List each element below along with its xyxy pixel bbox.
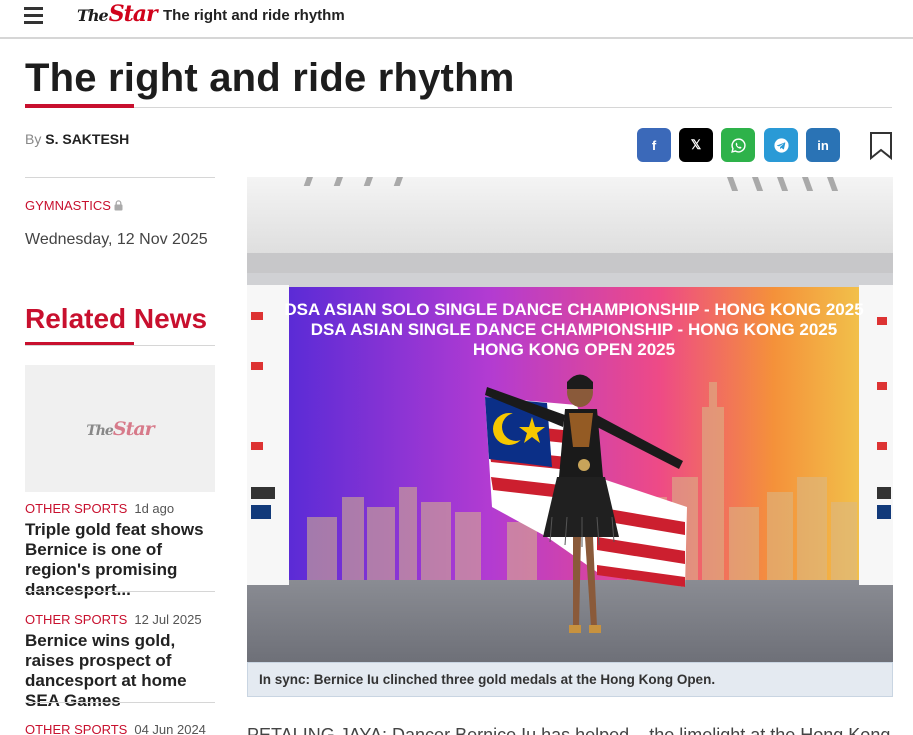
headline-accent-bar [25,104,134,108]
related-item-category[interactable]: OTHER SPORTS [25,722,127,735]
related-item-time: 04 Jun 2024 [134,722,206,735]
share-whatsapp-button[interactable] [721,128,755,162]
banner-line-1: DSA ASIAN SOLO SINGLE DANCE CHAMPIONSHIP… [284,300,863,319]
logo-prefix: The [77,6,109,25]
related-item-divider [25,591,215,592]
logo-main: Star [108,1,158,27]
related-item-meta: OTHER SPORTS 1d ago [25,501,220,516]
author-link[interactable]: S. SAKTESH [45,131,129,147]
article-photo-illustration: DSA ASIAN SOLO SINGLE DANCE CHAMPIONSHIP… [247,177,893,662]
article-photo[interactable]: DSA ASIAN SOLO SINGLE DANCE CHAMPIONSHIP… [247,177,893,662]
banner-line-2: DSA ASIAN SINGLE DANCE CHAMPIONSHIP - HO… [311,320,837,339]
related-item-category[interactable]: OTHER SPORTS [25,612,127,627]
headline-divider [25,107,892,108]
whatsapp-icon [730,137,746,153]
telegram-icon [773,137,789,153]
thumb-logo-main: Star [112,417,155,440]
article-body-first-line: PETALING JAYA: Dancer Bernice Iu has hel… [247,725,893,735]
share-facebook-button[interactable]: f [637,128,671,162]
related-thumbnail[interactable]: TheStar [25,365,215,492]
site-logo[interactable]: TheStar [77,1,158,27]
linkedin-icon: in [817,137,829,153]
byline-prefix: By [25,131,42,147]
related-item-meta: OTHER SPORTS 12 Jul 2025 [25,612,220,627]
byline: By S. SAKTESH [25,131,129,147]
related-item-headline[interactable]: Triple gold feat shows Bernice is one of… [25,520,220,600]
related-item: OTHER SPORTS 04 Jun 2024 [25,722,220,735]
share-telegram-button[interactable] [764,128,798,162]
publish-date: Wednesday, 12 Nov 2025 [25,231,208,248]
related-item: OTHER SPORTS 1d ago Triple gold feat show… [25,501,220,600]
banner-line-3: HONG KONG OPEN 2025 [473,340,675,359]
share-linkedin-button[interactable]: in [806,128,840,162]
hamburger-menu-icon[interactable] [24,7,43,26]
related-item-time: 12 Jul 2025 [134,612,202,627]
lock-icon [114,200,123,211]
photo-caption: In sync: Bernice Iu clinched three gold … [247,662,893,697]
page-title: The right and ride rhythm [25,56,515,100]
thumb-logo-prefix: The [86,422,113,439]
category-link[interactable]: GYMNASTICS [25,198,111,213]
bookmark-icon[interactable] [868,131,894,161]
related-accent-bar [25,342,134,345]
related-divider [25,345,215,346]
related-item-meta: OTHER SPORTS 04 Jun 2024 [25,722,220,735]
facebook-icon: f [651,137,657,153]
top-bar: TheStar The right and ride rhythm [0,0,913,39]
related-item-time: 1d ago [134,501,175,516]
related-item-category[interactable]: OTHER SPORTS [25,501,127,516]
related-item-headline[interactable]: Bernice wins gold, raises prospect of da… [25,631,220,711]
related-news-heading: Related News [25,303,208,334]
related-item-divider [25,702,215,703]
meta-divider [25,177,215,178]
thumbnail-logo: TheStar [86,417,155,440]
share-x-button[interactable]: 𝕏 [679,128,713,162]
top-bar-title: The right and ride rhythm [163,7,345,24]
x-icon: 𝕏 [690,137,702,152]
related-item: OTHER SPORTS 12 Jul 2025 Bernice wins gol… [25,612,220,711]
